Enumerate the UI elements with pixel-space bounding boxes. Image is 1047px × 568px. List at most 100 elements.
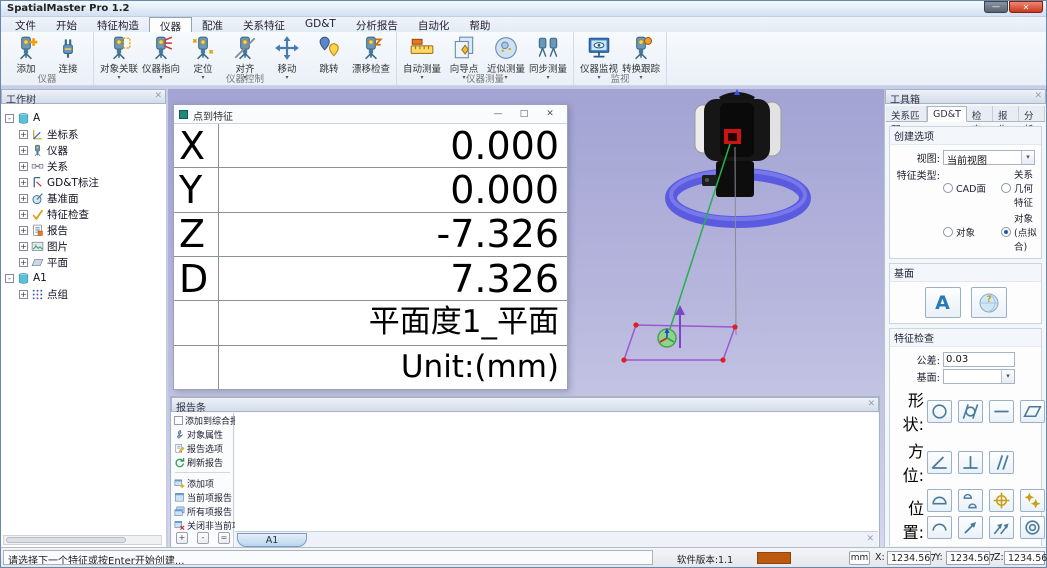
coord-x-value[interactable]: 1234.567 bbox=[887, 551, 931, 565]
measurement-maximize-button[interactable]: □ bbox=[511, 109, 537, 119]
tree-node-coords-1[interactable]: +坐标系 bbox=[1, 126, 166, 142]
chevron-down-icon[interactable]: ▾ bbox=[1001, 370, 1014, 383]
coord-y-value[interactable]: 1234.567 bbox=[946, 551, 990, 565]
report-item-cur-report[interactable]: 当前项报告 bbox=[172, 490, 233, 504]
ribbon-button-instrument-add[interactable]: 添加 bbox=[5, 34, 47, 75]
menu-item-8[interactable]: 自动化 bbox=[408, 17, 460, 32]
measurement-window-titlebar[interactable]: 点到特征 — □ ✕ bbox=[174, 105, 567, 124]
report-item-refresh[interactable]: 刷新报告 bbox=[172, 455, 233, 469]
report-item-report-opt[interactable]: 报告选项 bbox=[172, 441, 233, 455]
tree-node-picture-8[interactable]: +图片 bbox=[1, 238, 166, 254]
feature-type-radio-0[interactable]: CAD面 bbox=[943, 167, 995, 209]
gdt-perpendicularity-button[interactable] bbox=[958, 451, 983, 474]
toolbox-tab-2[interactable]: 检查 bbox=[967, 106, 993, 121]
menu-item-9[interactable]: 帮助 bbox=[459, 17, 500, 32]
report-add-to-summary[interactable]: 添加到综合报告 bbox=[172, 413, 233, 427]
expand-icon[interactable]: + bbox=[19, 290, 28, 299]
gdt-profile-dual-button[interactable] bbox=[958, 489, 983, 512]
tree-node-project-10[interactable]: -A1 bbox=[1, 270, 166, 286]
menu-item-4[interactable]: 配准 bbox=[192, 17, 233, 32]
tree-node-plane-9[interactable]: +平面 bbox=[1, 254, 166, 270]
add-to-summary-checkbox[interactable] bbox=[174, 416, 183, 425]
tree-node-relation-3[interactable]: +关系 bbox=[1, 158, 166, 174]
coord-z-value[interactable]: 1234.567 bbox=[1004, 551, 1045, 565]
tolerance-input[interactable] bbox=[943, 352, 1015, 367]
tree-node-project-0[interactable]: -A bbox=[1, 110, 166, 126]
worktree-close-icon[interactable]: ✕ bbox=[154, 91, 162, 101]
tree-node-instrument-2[interactable]: +仪器 bbox=[1, 142, 166, 158]
gdt-circularity-button[interactable] bbox=[927, 400, 952, 423]
toolbox-tab-0[interactable]: 关系匹配 bbox=[886, 106, 927, 121]
radio-icon[interactable] bbox=[943, 183, 953, 193]
report-size-button-0[interactable]: + bbox=[176, 532, 188, 544]
gdt-total-runout-button[interactable] bbox=[989, 516, 1014, 539]
report-item-wrench[interactable]: 对象属性 bbox=[172, 427, 233, 441]
toolbox-tab-3[interactable]: 报告 bbox=[993, 106, 1019, 121]
tree-node-featcheck-6[interactable]: +特征检查 bbox=[1, 206, 166, 222]
expand-icon[interactable]: + bbox=[19, 162, 28, 171]
worktree-hscrollbar[interactable] bbox=[3, 535, 162, 545]
scrollbar-thumb[interactable] bbox=[6, 537, 126, 543]
radio-icon[interactable] bbox=[943, 227, 953, 237]
report-tabstrip-close-icon[interactable]: ✕ bbox=[866, 534, 874, 544]
menu-item-6[interactable]: GD&T bbox=[295, 17, 346, 32]
report-tab-a1[interactable]: A1 bbox=[237, 533, 307, 547]
expand-icon[interactable]: + bbox=[19, 146, 28, 155]
gdt-angularity-button[interactable] bbox=[927, 451, 952, 474]
tree-node-datum-5[interactable]: +基准面 bbox=[1, 190, 166, 206]
chevron-down-icon[interactable]: ▾ bbox=[1021, 151, 1034, 164]
expand-icon[interactable]: + bbox=[19, 242, 28, 251]
gdt-concentricity-button[interactable] bbox=[1020, 516, 1045, 539]
feature-type-radio-2[interactable]: 对象 bbox=[943, 211, 995, 253]
menu-item-1[interactable]: 开始 bbox=[46, 17, 87, 32]
menu-item-7[interactable]: 分析报告 bbox=[346, 17, 408, 32]
unit-button[interactable]: mm bbox=[849, 551, 870, 565]
collapse-icon[interactable]: - bbox=[5, 274, 14, 283]
measurement-minimize-button[interactable]: — bbox=[485, 109, 511, 119]
gdt-profile-surface-button[interactable] bbox=[927, 489, 952, 512]
ribbon-button-connector-plug[interactable]: 连接 bbox=[47, 34, 89, 75]
report-size-button-2[interactable]: = bbox=[218, 532, 230, 544]
minimize-button[interactable]: — bbox=[984, 1, 1008, 13]
menu-item-3[interactable]: 仪器 bbox=[149, 17, 192, 32]
collapse-icon[interactable]: - bbox=[5, 114, 14, 123]
feature-type-radio-3[interactable]: 对象(点拟合) bbox=[1001, 211, 1037, 253]
radio-icon[interactable] bbox=[1001, 183, 1011, 193]
expand-icon[interactable]: + bbox=[19, 194, 28, 203]
report-bar-close-icon[interactable]: ✕ bbox=[867, 399, 875, 409]
tree-node-report-7[interactable]: +报告 bbox=[1, 222, 166, 238]
measurement-close-button[interactable]: ✕ bbox=[537, 109, 563, 119]
datum-dropdown[interactable]: ▾ bbox=[943, 369, 1015, 384]
gdt-profile-line-button[interactable] bbox=[927, 516, 952, 539]
menu-item-0[interactable]: 文件 bbox=[5, 17, 46, 32]
menu-item-2[interactable]: 特征构造 bbox=[87, 17, 149, 32]
datum-letter-button[interactable]: A bbox=[925, 287, 961, 318]
expand-icon[interactable]: + bbox=[19, 226, 28, 235]
expand-icon[interactable]: + bbox=[19, 210, 28, 219]
datum-sphere-button[interactable]: ? bbox=[971, 287, 1007, 318]
gdt-runout-button[interactable] bbox=[958, 516, 983, 539]
expand-icon[interactable]: + bbox=[19, 178, 28, 187]
gdt-parallelism-button[interactable] bbox=[989, 451, 1014, 474]
report-content[interactable] bbox=[235, 413, 878, 531]
radio-icon[interactable] bbox=[1001, 227, 1011, 237]
ribbon-button-jump-pins[interactable]: 跳转 bbox=[308, 34, 350, 75]
expand-icon[interactable]: + bbox=[19, 258, 28, 267]
toolbox-close-icon[interactable]: ✕ bbox=[1034, 91, 1042, 101]
report-item-all-report[interactable]: 所有项报告 bbox=[172, 504, 233, 518]
ribbon-button-drift-check[interactable]: 漂移检查 bbox=[350, 34, 392, 75]
menu-item-5[interactable]: 关系特征 bbox=[233, 17, 295, 32]
viewport-3d[interactable]: 点到特征 — □ ✕ X0.000Y0.000Z-7.326D7.326平面度1… bbox=[168, 89, 884, 547]
report-item-close-items[interactable]: 关闭非当前项 bbox=[172, 518, 233, 532]
close-button[interactable]: ✕ bbox=[1009, 1, 1043, 13]
gdt-cylindricity-button[interactable] bbox=[958, 400, 983, 423]
expand-icon[interactable]: + bbox=[19, 130, 28, 139]
toolbox-tab-1[interactable]: GD&T bbox=[927, 106, 967, 122]
gdt-position-button[interactable] bbox=[989, 489, 1014, 512]
report-size-button-1[interactable]: - bbox=[197, 532, 209, 544]
report-item-add-item[interactable]: 添加项 bbox=[172, 476, 233, 490]
toolbox-tab-4[interactable]: 分析 bbox=[1019, 106, 1045, 121]
titlebar[interactable]: SpatialMaster Pro 1.2 — ✕ bbox=[1, 1, 1046, 17]
feature-type-radio-1[interactable]: 关系几何特征 bbox=[1001, 167, 1037, 209]
gdt-straightness-button[interactable] bbox=[989, 400, 1014, 423]
